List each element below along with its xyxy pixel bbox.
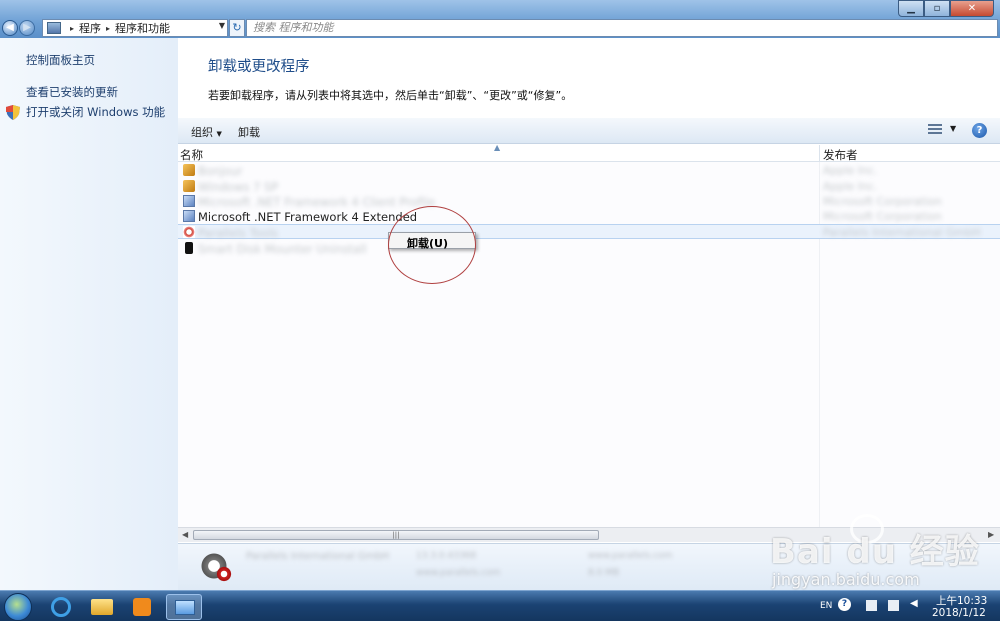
title-bar: ◀ ▶ ▸ 程序 ▸ 程序和功能 ▼ ↻ 搜索 程序和功能 ▁ ▫ ✕ [0,0,1000,38]
program-name: Windows 7 SP [198,180,279,194]
folder-icon [91,599,113,615]
play-icon [133,598,151,616]
start-button[interactable] [4,593,32,621]
column-publisher-header[interactable]: 发布者 [823,147,858,163]
gear-icon [214,564,234,584]
close-button[interactable]: ✕ [950,0,994,17]
column-header-row: 名称 ▲ 发布者 [178,143,1000,163]
program-name: Microsoft .NET Framework 4 Client Profil… [198,195,436,209]
scrollbar-thumb[interactable]: ||| [193,530,599,540]
details-help-link: www.parallels.com [416,568,501,578]
internet-explorer-icon[interactable] [42,594,78,620]
program-list: Bonjour Apple Inc. Windows 7 SP Apple In… [178,162,1000,527]
scroll-left-icon[interactable]: ◀ [182,530,188,539]
window-controls: ▁ ▫ ✕ [898,0,994,17]
forward-icon[interactable]: ▶ [19,20,35,36]
details-publisher: Parallels International GmbH [246,551,390,562]
control-panel-icon [175,600,195,615]
control-panel-icon [47,22,61,34]
action-center-icon[interactable] [866,600,877,611]
breadcrumb-separator-icon: ▸ [70,23,75,33]
program-row[interactable]: Microsoft .NET Framework 4 Client Profil… [178,194,1000,209]
left-nav-pane: 控制面板主页 查看已安装的更新 打开或关闭 Windows 功能 [0,38,178,590]
main-pane: 卸载或更改程序 若要卸载程序，请从列表中将其选中，然后单击“卸载”、“更改”或“… [178,38,1000,590]
command-toolbar: 组织 ▼ 卸载 ▼ ? [178,118,1000,144]
shield-icon [6,105,20,120]
program-publisher: Apple Inc. [823,164,878,177]
program-name: Bonjour [198,164,243,178]
help-icon[interactable]: ? [972,123,987,138]
search-input[interactable]: 搜索 程序和功能 [246,19,998,37]
maximize-button[interactable]: ▫ [924,0,950,17]
column-name-header[interactable]: 名称 [180,147,203,163]
address-bar[interactable]: ▸ 程序 ▸ 程序和功能 ▼ [42,19,228,37]
program-name: Smart Disk Mounter Uninstall [198,242,367,256]
breadcrumb-programs[interactable]: 程序 [79,20,101,36]
volume-icon[interactable]: ◀ [910,598,921,609]
sort-ascending-icon: ▲ [494,143,501,152]
program-publisher: Microsoft Corporation [823,210,942,223]
program-publisher: Apple Inc. [823,180,878,193]
breadcrumb-programs-features[interactable]: 程序和功能 [115,20,170,36]
dotnet-icon [183,195,195,207]
organize-label: 组织 [191,126,213,139]
explorer-folder-icon[interactable] [84,594,120,620]
organize-button[interactable]: 组织 ▼ [191,124,222,140]
nav-control-panel-home[interactable]: 控制面板主页 [26,52,95,68]
refresh-button[interactable]: ↻ [229,19,245,37]
media-player-icon[interactable] [124,594,160,620]
clock-date[interactable]: 2018/1/12 [932,607,986,619]
column-divider[interactable] [819,145,820,162]
program-row[interactable]: Smart Disk Mounter Uninstall [178,241,1000,256]
program-row[interactable]: Bonjour Apple Inc. [178,163,1000,178]
program-row-selected[interactable]: Parallels Tools Parallels International … [178,224,1000,240]
details-version: 13.3.0.43368 [416,551,477,561]
details-size: 8.0 MB [588,568,620,578]
program-name: Microsoft .NET Framework 4 Extended [198,210,418,224]
network-icon[interactable] [888,600,899,611]
address-dropdown-icon[interactable]: ▼ [219,21,225,30]
view-options-icon[interactable] [928,124,942,136]
nav-windows-features[interactable]: 打开或关闭 Windows 功能 [26,104,165,120]
taskbar: EN ? ◀ 上午10:33 2018/1/12 [0,590,1000,621]
annotation-circle [388,206,476,284]
clock-time[interactable]: 上午10:33 [936,593,987,608]
details-pane: Parallels International GmbH 13.3.0.4336… [178,543,1000,590]
minimize-button[interactable]: ▁ [898,0,924,17]
program-publisher: Parallels International GmbH [823,226,981,239]
program-row[interactable]: Windows 7 SP Apple Inc. [178,179,1000,194]
package-icon [183,180,195,192]
program-publisher: Microsoft Corporation [823,195,942,208]
program-row[interactable]: Microsoft .NET Framework 4 Extended Micr… [178,209,1000,224]
ie-logo-icon [51,597,71,617]
phone-icon [185,242,193,254]
uninstall-button[interactable]: 卸载 [238,124,260,140]
tray-help-icon[interactable]: ? [838,598,851,611]
details-support-link: www.parallels.com [588,551,673,561]
page-title: 卸载或更改程序 [208,59,310,75]
chevron-down-icon: ▼ [216,130,222,138]
nav-view-installed-updates[interactable]: 查看已安装的更新 [26,84,118,100]
parallels-icon [183,226,195,238]
package-icon [183,164,195,176]
breadcrumb-separator-icon: ▸ [106,23,111,33]
control-panel-taskbar-icon[interactable] [166,594,202,620]
program-name: Parallels Tools [198,226,278,240]
language-indicator[interactable]: EN [820,601,832,611]
page-description: 若要卸载程序，请从列表中将其选中，然后单击“卸载”、“更改”或“修复”。 [208,89,573,102]
back-icon[interactable]: ◀ [2,20,18,36]
horizontal-scrollbar[interactable]: ◀ ||| ▶ [178,527,1000,542]
dotnet-icon [183,210,195,222]
scroll-right-icon[interactable]: ▶ [988,530,994,539]
chevron-down-icon[interactable]: ▼ [950,124,956,133]
